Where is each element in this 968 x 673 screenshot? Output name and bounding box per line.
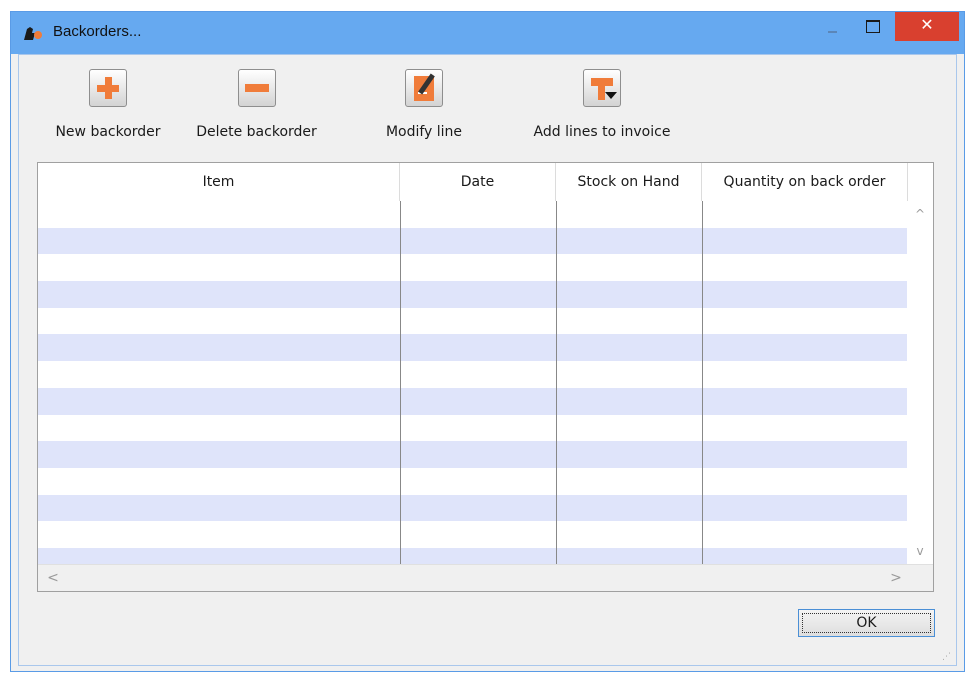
modify-line-label: Modify line [385, 124, 463, 140]
column-divider [556, 201, 557, 564]
column-header-date[interactable]: Date [400, 163, 556, 201]
column-divider [400, 201, 401, 564]
table-row[interactable] [38, 227, 908, 255]
add-lines-icon [583, 69, 621, 107]
table-row[interactable] [38, 361, 908, 388]
backorders-table[interactable]: Item Date Stock on Hand Quantity on back… [37, 162, 934, 592]
new-backorder-label: New backorder [55, 124, 161, 140]
ok-button[interactable]: OK [798, 609, 935, 637]
scroll-right-icon[interactable]: > [885, 565, 907, 591]
window-title: Backorders... [53, 23, 142, 40]
table-body[interactable] [38, 201, 908, 564]
minus-icon [237, 69, 276, 107]
add-lines-to-invoice-button[interactable]: Add lines to invoice [519, 69, 685, 140]
column-header-stock-on-hand[interactable]: Stock on Hand [556, 163, 702, 201]
edit-icon [405, 69, 443, 107]
table-row[interactable] [38, 547, 908, 564]
scroll-left-icon[interactable]: < [42, 565, 64, 591]
modify-line-button[interactable]: Modify line [374, 69, 474, 140]
title-bar[interactable]: Backorders... ✕ [11, 12, 964, 54]
vertical-scrollbar[interactable]: ^ v [907, 201, 933, 564]
new-backorder-button[interactable]: New backorder [43, 69, 173, 140]
plus-icon [89, 69, 127, 107]
table-header: Item Date Stock on Hand Quantity on back… [38, 163, 908, 201]
close-button[interactable]: ✕ [895, 12, 959, 41]
horizontal-scrollbar[interactable]: < > [38, 564, 933, 591]
minimize-button[interactable] [817, 12, 847, 42]
table-row[interactable] [38, 201, 908, 228]
table-row[interactable] [38, 467, 908, 495]
table-row[interactable] [38, 414, 908, 442]
focus-rectangle [802, 613, 931, 633]
delete-backorder-button[interactable]: Delete backorder [184, 69, 329, 140]
table-row[interactable] [38, 387, 908, 415]
table-row[interactable] [38, 334, 908, 362]
column-header-item[interactable]: Item [38, 163, 400, 201]
maximize-button[interactable] [857, 12, 887, 42]
table-row[interactable] [38, 441, 908, 468]
table-row[interactable] [38, 281, 908, 308]
table-row[interactable] [38, 521, 908, 548]
backorders-window: Backorders... ✕ New backorder Delete bac… [10, 11, 965, 672]
scroll-down-icon[interactable]: v [907, 540, 933, 562]
table-row[interactable] [38, 307, 908, 335]
dialog-content: New backorder Delete backorder Modify li… [18, 54, 957, 666]
scroll-up-icon[interactable]: ^ [907, 203, 933, 225]
delete-backorder-label: Delete backorder [196, 124, 317, 140]
column-header-quantity-on-back-order[interactable]: Quantity on back order [702, 163, 908, 201]
table-row[interactable] [38, 254, 908, 282]
app-icon [24, 27, 42, 40]
add-lines-to-invoice-label: Add lines to invoice [533, 124, 671, 140]
table-row[interactable] [38, 494, 908, 522]
resize-grip-icon[interactable]: ⋰ [942, 652, 952, 662]
column-divider [702, 201, 703, 564]
